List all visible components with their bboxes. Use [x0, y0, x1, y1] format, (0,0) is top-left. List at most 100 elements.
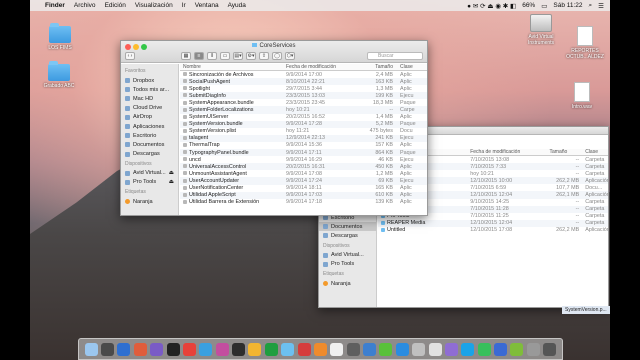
dock-app-icon[interactable] — [461, 342, 475, 356]
search-icon[interactable]: ⌕ — [589, 2, 593, 10]
dock-app-icon[interactable] — [232, 342, 246, 356]
sidebar-item-favorite[interactable]: AirDrop — [121, 113, 178, 122]
status-icons[interactable]: ● ✉ ⟳ ⏏ ◉ ✱ ◧ — [467, 2, 516, 10]
dock-app-icon[interactable] — [526, 342, 540, 356]
eject-icon[interactable]: ⏏ — [169, 179, 174, 185]
dock-app-icon[interactable] — [117, 342, 131, 356]
menu-app-name[interactable]: Finder — [45, 2, 65, 9]
table-row[interactable]: ThermalTrap 9/9/2014 15:36 157 KB Aplic — [180, 142, 427, 149]
sidebar-item-favorite[interactable]: Cloud Drive — [121, 104, 178, 113]
table-row[interactable]: talagent 12/9/2014 22:13 241 KB Ejecu — [180, 134, 427, 142]
column-kind[interactable]: Clase — [397, 64, 427, 70]
sidebar-item-documentos[interactable]: Documentos — [319, 222, 376, 232]
menu-ventana[interactable]: Ventana — [195, 2, 219, 9]
clock[interactable]: Sáb 11:22 — [553, 2, 582, 9]
front-window-titlebar[interactable]: CoreServices ‹ › ▦ ≡ ⫴ ▭ ▤▾ ⚙▾ ⇪ ◯ ⬡▾ Bu… — [121, 41, 427, 63]
dock-app-icon[interactable] — [363, 342, 377, 356]
dock-app-icon[interactable] — [281, 342, 295, 356]
table-row[interactable]: Untitled 12/10/2015 17:08 262,2 MB Aplicaci… — [378, 227, 608, 234]
share-button[interactable]: ⇪ — [259, 52, 269, 60]
column-size[interactable]: Tamaño — [341, 64, 397, 70]
table-row[interactable]: Utilidad Barrera de Extensión 9/9/2014 17… — [180, 199, 427, 206]
menu-visualizacion[interactable]: Visualización — [135, 2, 173, 9]
dock-app-icon[interactable] — [412, 342, 426, 356]
sidebar-device-protools[interactable]: Pro Tools ⏏ — [121, 178, 178, 187]
dock-app-icon[interactable] — [297, 342, 311, 356]
bottom-file-tag[interactable]: SystemVersion.p... — [562, 306, 610, 314]
column-date[interactable]: Fecha de modificación — [467, 149, 546, 155]
menu-ayuda[interactable]: Ayuda — [228, 2, 246, 9]
sidebar-item-favorite[interactable]: Documentos — [121, 140, 178, 149]
dock-app-icon[interactable] — [379, 342, 393, 356]
sidebar-item-favorite[interactable]: Descargas — [121, 150, 178, 159]
view-icons-button[interactable]: ▦ — [181, 52, 191, 60]
desktop-file-intro[interactable]: Intro.wav — [562, 82, 602, 110]
sidebar-tag-naranja[interactable]: Naranja — [121, 197, 178, 206]
desktop-folder-los-fims[interactable]: LOS FIMS — [38, 23, 82, 51]
view-list-button[interactable]: ≡ — [194, 52, 204, 60]
sidebar-device-avid[interactable]: Avid Virtual... ⏏ — [121, 169, 178, 178]
table-row[interactable]: UserNotificationCenter 9/9/2014 18:11 165 … — [180, 185, 427, 192]
battery-icon[interactable]: ▭ — [541, 2, 547, 10]
table-row[interactable]: Spotlight 29/7/2015 3:44 1,3 MB Aplic — [180, 85, 427, 92]
finder-window-front[interactable]: CoreServices ‹ › ▦ ≡ ⫴ ▭ ▤▾ ⚙▾ ⇪ ◯ ⬡▾ Bu… — [120, 40, 428, 216]
menu-ir[interactable]: Ir — [182, 2, 186, 9]
dock-app-icon[interactable] — [101, 342, 115, 356]
menu-archivo[interactable]: Archivo — [74, 2, 96, 9]
dock-app-icon[interactable] — [248, 342, 262, 356]
desktop-folder-grabado[interactable]: Grabado ABC — [34, 61, 84, 89]
table-row[interactable]: uncd 9/9/2014 16:29 46 KB Ejecu — [180, 156, 427, 163]
table-row[interactable]: SystemFolderLocalizations hoy 10:21 -- Carp… — [180, 106, 427, 114]
dock-app-icon[interactable] — [182, 342, 196, 356]
dock-app-icon[interactable] — [215, 342, 229, 356]
sidebar-item-favorite[interactable]: Aplicaciones — [121, 122, 178, 131]
tags-button[interactable]: ◯ — [272, 52, 282, 60]
view-coverflow-button[interactable]: ▭ — [220, 52, 230, 60]
arrange-button[interactable]: ▤▾ — [233, 52, 243, 60]
sidebar-device-protools[interactable]: Pro Tools — [319, 260, 376, 269]
table-row[interactable]: Sincronización de Archivos 9/9/2014 17:00… — [180, 71, 427, 78]
eject-icon[interactable]: ⏏ — [169, 170, 174, 176]
sidebar-item-favorite[interactable]: Mac HD — [121, 94, 178, 103]
table-row[interactable]: Utilidad AppleScript 9/9/2014 17:03 610 KB… — [180, 191, 427, 199]
column-kind[interactable]: Clase — [582, 149, 608, 155]
sidebar-item-favorite[interactable]: Todos mis ar... — [121, 85, 178, 94]
table-row[interactable]: SubmitDiagInfo 23/3/2015 13:03 199 KB Ejecu — [180, 92, 427, 100]
dock-app-icon[interactable] — [444, 342, 458, 356]
search-input[interactable]: Buscar — [367, 52, 423, 60]
notification-icon[interactable]: ☰ — [598, 2, 604, 10]
dock-app-icon[interactable] — [150, 342, 164, 356]
menu-edicion[interactable]: Edición — [105, 2, 126, 9]
dock-app-icon[interactable] — [264, 342, 278, 356]
view-columns-button[interactable]: ⫴ — [207, 52, 217, 60]
table-row[interactable]: SystemUIServer 20/2/2015 16:52 1,4 MB Aplic — [180, 114, 427, 121]
battery-percent[interactable]: 66% — [522, 2, 535, 9]
table-row[interactable]: UserAccountUpdater 9/9/2014 17:24 69 KB Eje… — [180, 177, 427, 185]
desktop-drive-avid[interactable]: Avid Virtual Instruments — [520, 14, 562, 46]
dock-app-icon[interactable] — [395, 342, 409, 356]
sidebar-item-favorite[interactable]: Escritorio — [121, 131, 178, 140]
action-gear-button[interactable]: ⚙▾ — [246, 52, 256, 60]
desktop-file-reportes[interactable]: REPORTES OCTUB...ALDEZ — [562, 26, 608, 60]
table-row[interactable]: SocialPushAgent 8/10/2014 22:21 163 KB Apli… — [180, 78, 427, 86]
dock-app-icon[interactable] — [166, 342, 180, 356]
sidebar-tag-naranja[interactable]: Naranja — [319, 279, 376, 288]
dock-app-icon[interactable] — [346, 342, 360, 356]
dock-app-icon[interactable] — [510, 342, 524, 356]
table-row[interactable]: SystemAppearance.bundle 23/3/2015 23:45 18… — [180, 99, 427, 106]
table-row[interactable]: SystemVersion.plist hoy 11:21 475 bytes Doc… — [180, 128, 427, 135]
column-size[interactable]: Tamaño — [547, 149, 583, 155]
back-forward-button[interactable]: ‹ › — [125, 52, 135, 60]
sidebar-device-avid[interactable]: Avid Virtual... — [319, 251, 376, 260]
table-row[interactable]: TypographyPanel.bundle 9/9/2014 17:11 864 … — [180, 149, 427, 157]
dock-app-icon[interactable] — [330, 342, 344, 356]
dock-app-icon[interactable] — [133, 342, 147, 356]
sidebar-item-favorite[interactable]: Dropbox — [121, 76, 178, 85]
dock-app-icon[interactable] — [428, 342, 442, 356]
dropbox-button[interactable]: ⬡▾ — [285, 52, 295, 60]
dock-app-icon[interactable] — [199, 342, 213, 356]
column-date[interactable]: Fecha de modificación — [283, 64, 341, 70]
dock-app-icon[interactable] — [313, 342, 327, 356]
column-name[interactable]: Nombre — [180, 64, 283, 70]
table-row[interactable]: UnmountAssistantAgent 9/9/2014 17:08 1,2 M… — [180, 170, 427, 177]
